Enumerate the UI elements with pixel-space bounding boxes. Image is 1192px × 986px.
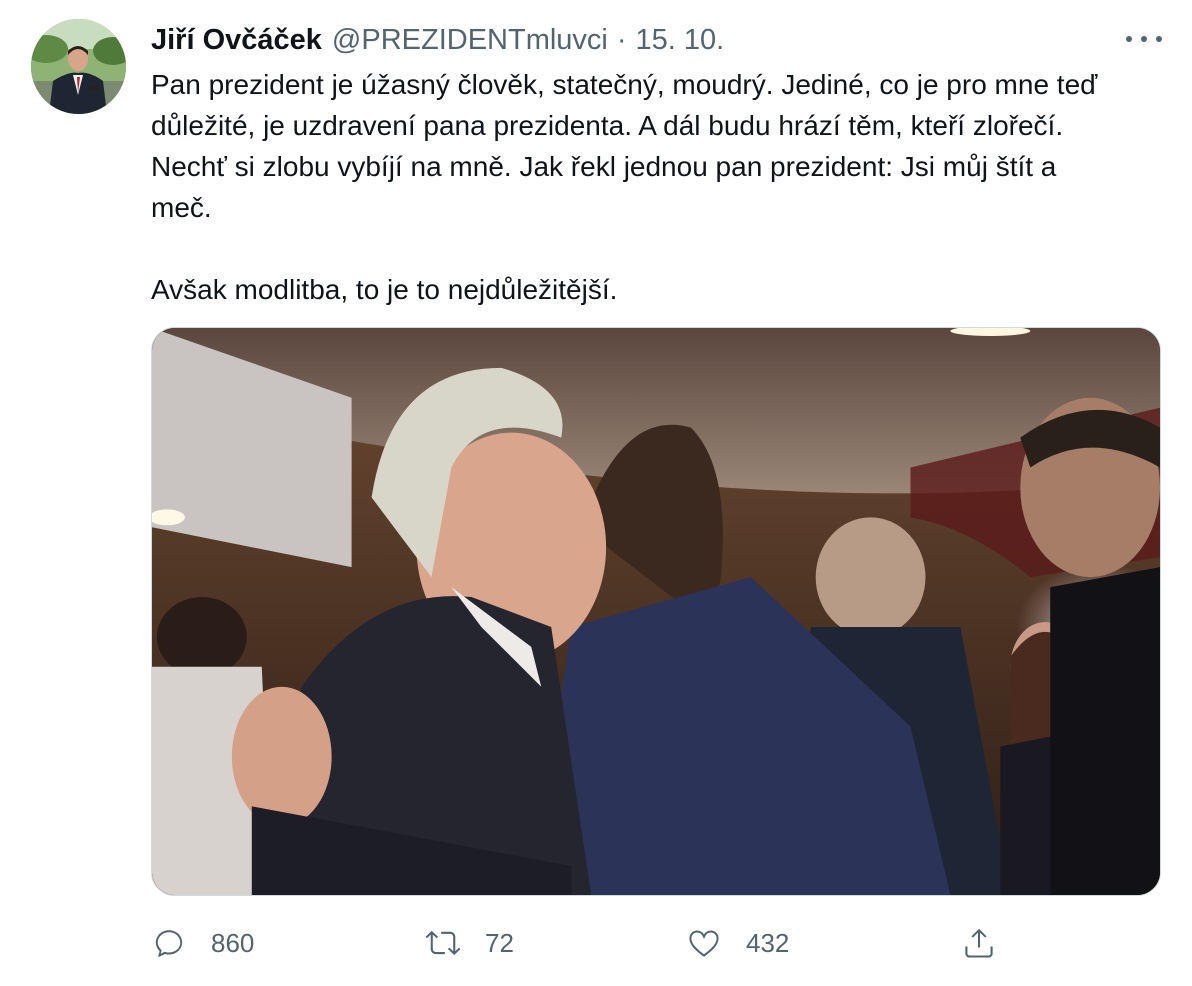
reply-count: 860 bbox=[211, 927, 255, 958]
author-handle[interactable]: @PREZIDENTmluvci bbox=[332, 24, 608, 57]
share-icon bbox=[965, 928, 993, 958]
separator-dot: · bbox=[616, 23, 627, 56]
tweet-actions: 860 72 432 bbox=[151, 918, 1011, 968]
tweet-text-line: důležité, je uzdravení pana prezidenta. … bbox=[151, 110, 1064, 141]
retweet-icon bbox=[425, 930, 461, 955]
like-button[interactable]: 432 bbox=[686, 918, 789, 968]
reply-button[interactable]: 860 bbox=[151, 918, 254, 968]
tweet-header: Jiří Ovčáček @PREZIDENTmluvci · 15. 10. bbox=[151, 22, 724, 58]
more-dot-icon bbox=[1141, 36, 1147, 42]
avatar[interactable] bbox=[31, 19, 126, 114]
tweet-photo[interactable] bbox=[151, 327, 1161, 896]
retweet-count: 72 bbox=[485, 927, 514, 958]
photo-illustration bbox=[152, 328, 1160, 895]
avatar-image bbox=[31, 19, 126, 114]
author-display-name[interactable]: Jiří Ovčáček bbox=[151, 24, 322, 57]
tweet: Jiří Ovčáček @PREZIDENTmluvci · 15. 10. … bbox=[0, 0, 1192, 986]
tweet-text-closing: Avšak modlitba, to je to nejdůležitější. bbox=[151, 274, 618, 305]
like-count: 432 bbox=[746, 927, 790, 958]
heart-icon bbox=[689, 930, 719, 957]
tweet-text-line: Pan prezident je úžasný člověk, statečný… bbox=[151, 69, 1098, 100]
tweet-text: Pan prezident je úžasný člověk, statečný… bbox=[151, 64, 1166, 310]
more-dot-icon bbox=[1126, 36, 1132, 42]
reply-icon bbox=[155, 930, 183, 957]
retweet-button[interactable]: 72 bbox=[425, 918, 514, 968]
more-options-button[interactable] bbox=[1126, 28, 1162, 50]
tweet-text-line: Nechť si zlobu vybíjí na mně. Jak řekl j… bbox=[151, 151, 1057, 182]
tweet-date[interactable]: 15. 10. bbox=[636, 24, 725, 57]
share-button[interactable] bbox=[961, 918, 997, 968]
tweet-text-line: meč. bbox=[151, 192, 212, 223]
more-dot-icon bbox=[1156, 36, 1162, 42]
